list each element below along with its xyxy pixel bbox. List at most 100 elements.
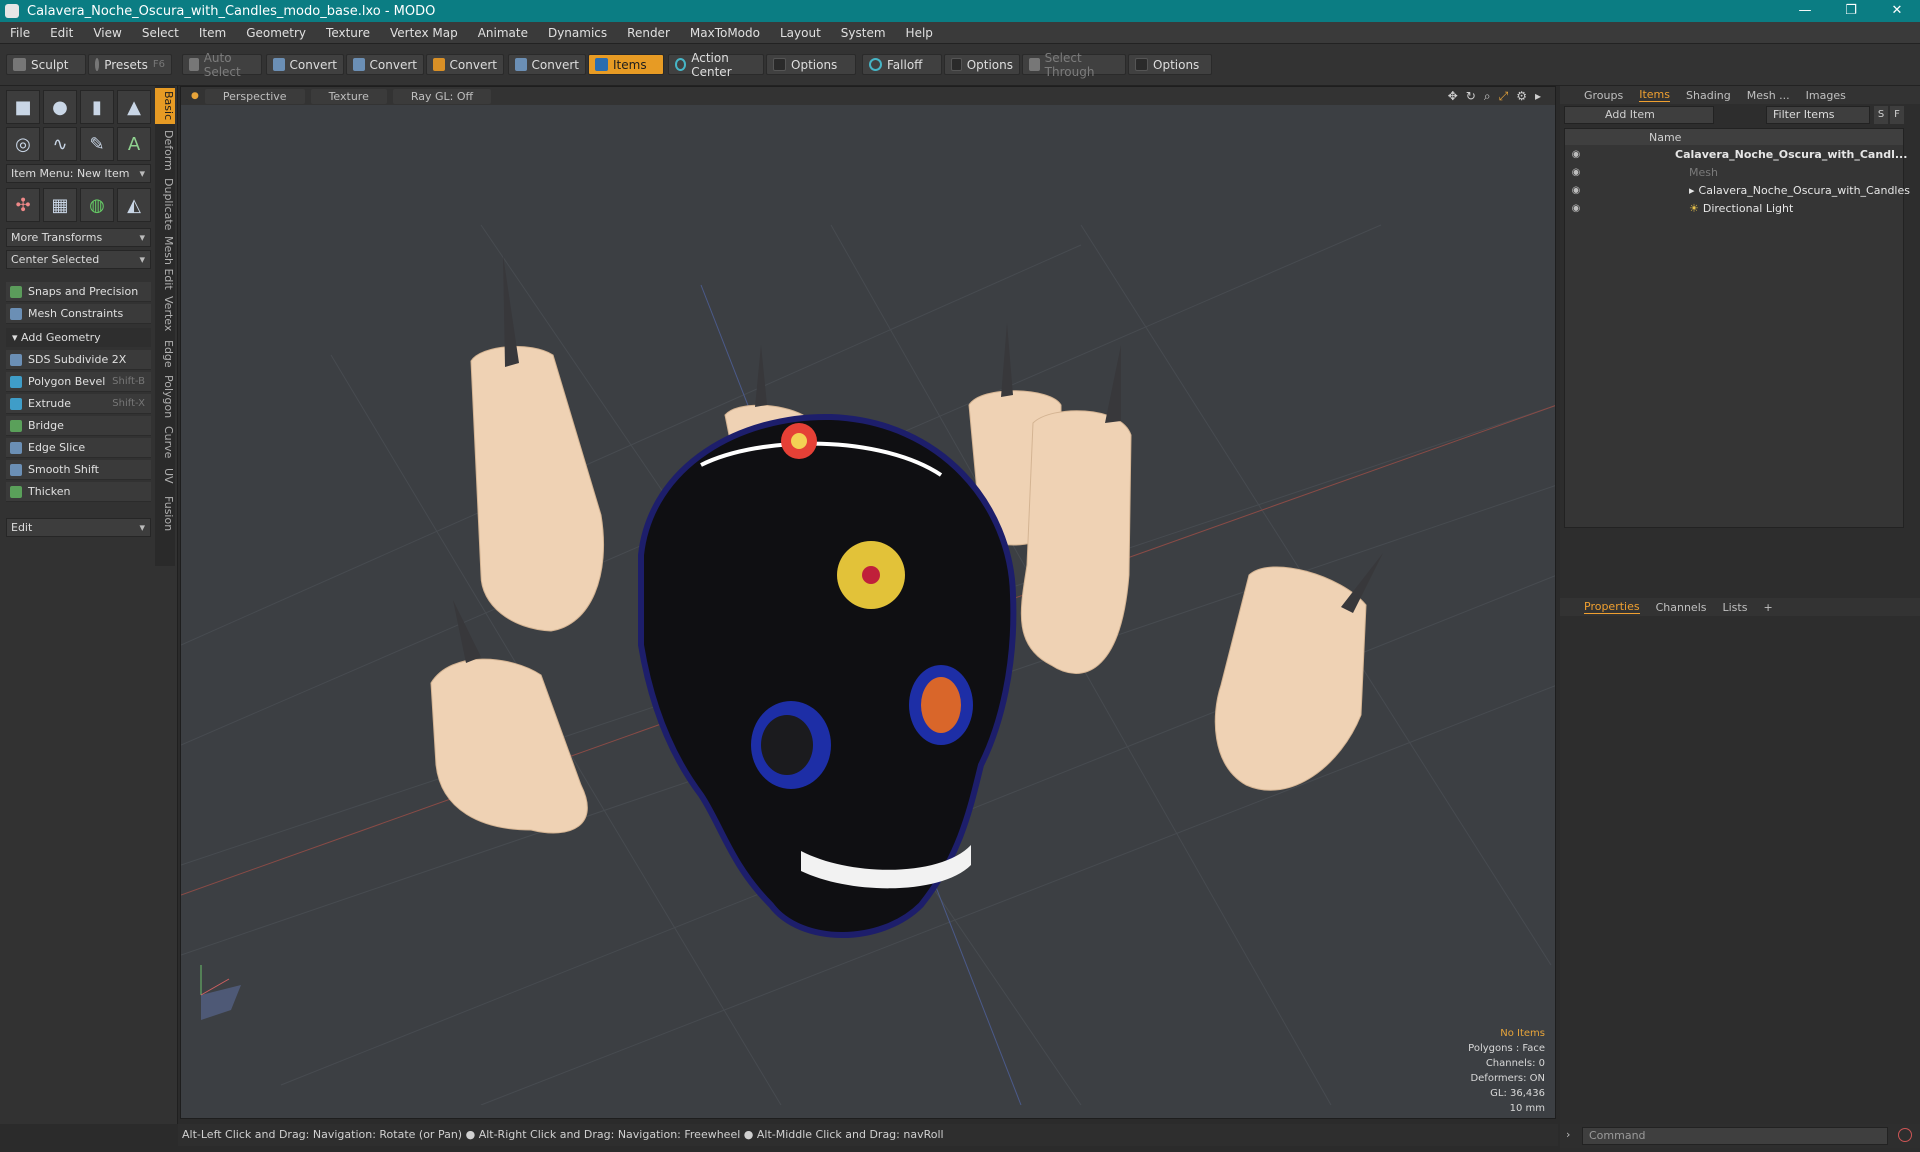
record-icon[interactable] bbox=[1898, 1128, 1912, 1142]
add-item-dropdown[interactable]: Add Item bbox=[1564, 106, 1714, 124]
item-row-group[interactable]: ◉ ▸ Calavera_Noche_Oscura_with_Candles bbox=[1565, 181, 1910, 199]
tab-lists[interactable]: Lists bbox=[1723, 601, 1748, 614]
rotate-icon[interactable]: ↻ bbox=[1466, 89, 1476, 104]
tab-duplicate[interactable]: Duplicate bbox=[155, 176, 175, 232]
settings-gear-icon[interactable]: ⚙ bbox=[1516, 89, 1527, 104]
action-center-options-button[interactable]: Options bbox=[766, 54, 856, 75]
extrude-button[interactable]: Extrude Shift-X bbox=[6, 394, 151, 414]
menu-help[interactable]: Help bbox=[896, 26, 943, 40]
select-through-button[interactable]: Select Through bbox=[1022, 51, 1126, 79]
cylinder-tool[interactable]: ▮ bbox=[80, 90, 114, 124]
tab-fusion[interactable]: Fusion bbox=[155, 492, 175, 536]
tab-items[interactable]: Items bbox=[1639, 88, 1671, 102]
expand-arrow-icon[interactable]: ▸ bbox=[1689, 184, 1695, 197]
menu-geometry[interactable]: Geometry bbox=[236, 26, 316, 40]
3d-viewport[interactable]: ● Perspective Texture Ray GL: Off ✥ ↻ ⌕ … bbox=[180, 86, 1556, 1119]
item-row-mesh[interactable]: ◉ Mesh bbox=[1565, 163, 1903, 181]
tab-edge[interactable]: Edge bbox=[155, 338, 175, 370]
menu-render[interactable]: Render bbox=[617, 26, 680, 40]
tab-curve[interactable]: Curve bbox=[155, 424, 175, 460]
sds-subdivide-button[interactable]: SDS Subdivide 2X bbox=[6, 350, 151, 370]
item-menu-dropdown[interactable]: Item Menu: New Item bbox=[6, 164, 151, 183]
cone-tool[interactable]: ▲ bbox=[117, 90, 151, 124]
eye-icon[interactable]: ◉ bbox=[1569, 185, 1583, 196]
grid-tool[interactable]: ▦ bbox=[43, 188, 77, 222]
tab-channels[interactable]: Channels bbox=[1656, 601, 1707, 614]
eye-icon[interactable]: ◉ bbox=[1569, 203, 1583, 214]
tab-mesh-edit[interactable]: Mesh Edit bbox=[155, 236, 175, 290]
add-tab-icon[interactable]: + bbox=[1763, 601, 1772, 614]
tab-groups[interactable]: Groups bbox=[1584, 89, 1623, 102]
tab-uv[interactable]: UV bbox=[155, 464, 175, 488]
name-column-header[interactable]: Name bbox=[1649, 131, 1681, 144]
tab-polygon[interactable]: Polygon bbox=[155, 374, 175, 420]
menu-file[interactable]: File bbox=[0, 26, 40, 40]
falloff-button[interactable]: Falloff bbox=[862, 54, 942, 75]
tab-mesh[interactable]: Mesh ... bbox=[1747, 89, 1790, 102]
bridge-button[interactable]: Bridge bbox=[6, 416, 151, 436]
maximize-button[interactable]: ❐ bbox=[1828, 0, 1874, 22]
menu-vertex-map[interactable]: Vertex Map bbox=[380, 26, 468, 40]
torus-tool[interactable]: ◎ bbox=[6, 127, 40, 161]
menu-texture[interactable]: Texture bbox=[316, 26, 380, 40]
globe-tool[interactable]: ◍ bbox=[80, 188, 114, 222]
sculpt-button[interactable]: Sculpt bbox=[6, 54, 86, 75]
thicken-button[interactable]: Thicken bbox=[6, 482, 151, 502]
convert-edge-button[interactable]: Convert bbox=[346, 54, 424, 75]
minimize-button[interactable]: — bbox=[1782, 0, 1828, 22]
expand-arrow-icon[interactable]: ▸ bbox=[1535, 89, 1541, 104]
pen-tool[interactable]: ✎ bbox=[80, 127, 114, 161]
menu-dynamics[interactable]: Dynamics bbox=[538, 26, 617, 40]
convert-polygon-button[interactable]: Convert bbox=[426, 54, 504, 75]
select-through-options-button[interactable]: Options bbox=[1128, 54, 1212, 75]
command-input[interactable]: Command bbox=[1582, 1127, 1888, 1145]
convert-vertex-button[interactable]: Convert bbox=[266, 54, 344, 75]
view-raygl-tab[interactable]: Ray GL: Off bbox=[392, 88, 492, 104]
filter-items-field[interactable]: Filter Items bbox=[1766, 106, 1870, 124]
tab-shading[interactable]: Shading bbox=[1686, 89, 1731, 102]
tab-properties[interactable]: Properties bbox=[1584, 600, 1640, 614]
close-button[interactable]: ✕ bbox=[1874, 0, 1920, 22]
menu-view[interactable]: View bbox=[83, 26, 131, 40]
smooth-shift-button[interactable]: Smooth Shift bbox=[6, 460, 151, 480]
perspective-tool[interactable]: ◭ bbox=[117, 188, 151, 222]
edge-slice-button[interactable]: Edge Slice bbox=[6, 438, 151, 458]
more-transforms-dropdown[interactable]: More Transforms bbox=[6, 228, 151, 247]
menu-system[interactable]: System bbox=[831, 26, 896, 40]
viewport-menu-icon[interactable]: ● bbox=[191, 91, 199, 101]
sphere-tool[interactable]: ● bbox=[43, 90, 77, 124]
snaps-precision-button[interactable]: Snaps and Precision bbox=[6, 282, 151, 302]
tab-basic[interactable]: Basic bbox=[155, 88, 175, 124]
convert-material-button[interactable]: Convert bbox=[508, 54, 586, 75]
menu-layout[interactable]: Layout bbox=[770, 26, 831, 40]
items-mode-button[interactable]: Items bbox=[588, 54, 664, 75]
edit-dropdown[interactable]: Edit bbox=[6, 518, 151, 537]
center-selected-dropdown[interactable]: Center Selected bbox=[6, 250, 151, 269]
menu-animate[interactable]: Animate bbox=[468, 26, 538, 40]
menu-maxtomodo[interactable]: MaxToModo bbox=[680, 26, 770, 40]
tab-deform[interactable]: Deform bbox=[155, 128, 175, 172]
pan-icon[interactable]: ✥ bbox=[1448, 89, 1458, 104]
transform-tool[interactable]: ✣ bbox=[6, 188, 40, 222]
auto-select-button[interactable]: Auto Select bbox=[182, 51, 262, 79]
eye-icon[interactable]: ◉ bbox=[1569, 149, 1583, 160]
mesh-constraints-button[interactable]: Mesh Constraints bbox=[6, 304, 151, 324]
maximize-view-icon[interactable]: ⤢ bbox=[1499, 89, 1509, 104]
menu-select[interactable]: Select bbox=[132, 26, 189, 40]
tab-images[interactable]: Images bbox=[1806, 89, 1846, 102]
add-geometry-section[interactable]: ▾ Add Geometry bbox=[6, 328, 151, 347]
falloff-options-button[interactable]: Options bbox=[944, 54, 1020, 75]
view-texture-tab[interactable]: Texture bbox=[310, 88, 387, 104]
text-tool[interactable]: A bbox=[117, 127, 151, 161]
filter-s-button[interactable]: S bbox=[1874, 106, 1888, 124]
action-center-button[interactable]: Action Center bbox=[668, 51, 764, 79]
eye-icon[interactable]: ◉ bbox=[1569, 167, 1583, 178]
tab-vertex[interactable]: Vertex bbox=[155, 294, 175, 334]
filter-f-button[interactable]: F bbox=[1890, 106, 1904, 124]
cube-tool[interactable]: ■ bbox=[6, 90, 40, 124]
item-row-scene[interactable]: ◉ Calavera_Noche_Oscura_with_Candl... bbox=[1565, 145, 1908, 163]
polygon-bevel-button[interactable]: Polygon Bevel Shift-B bbox=[6, 372, 151, 392]
menu-edit[interactable]: Edit bbox=[40, 26, 83, 40]
tube-tool[interactable]: ∿ bbox=[43, 127, 77, 161]
zoom-icon[interactable]: ⌕ bbox=[1484, 89, 1491, 104]
